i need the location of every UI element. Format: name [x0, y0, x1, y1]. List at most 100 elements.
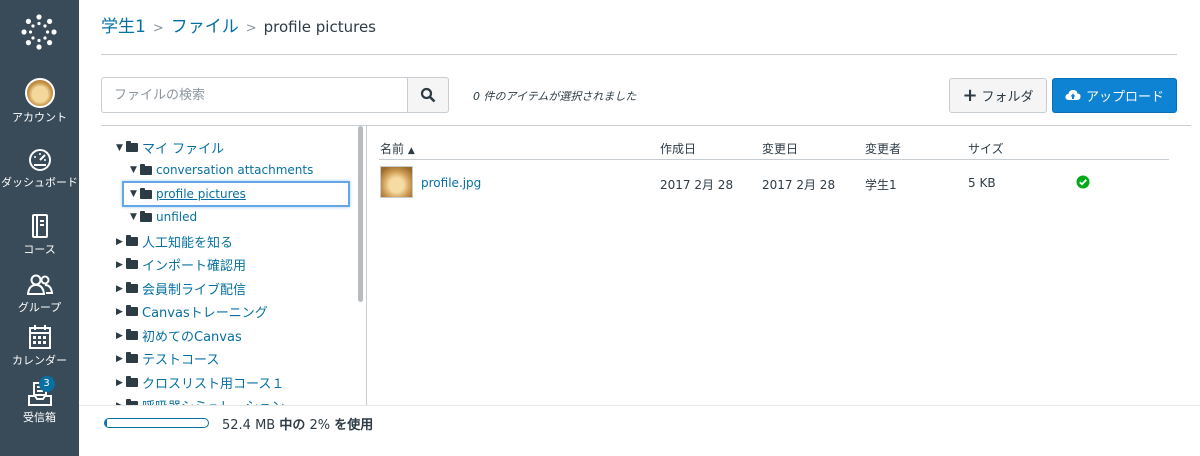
quota-progress-bar — [104, 418, 209, 428]
file-thumbnail — [380, 166, 413, 198]
tree-item-course[interactable]: ▶ 会員制ライブ配信 — [116, 279, 246, 298]
caret-down-icon: ▼ — [130, 212, 137, 222]
nav-account[interactable]: アカウント — [0, 78, 79, 124]
search-input[interactable] — [101, 77, 407, 113]
nav-account-label: アカウント — [12, 111, 67, 124]
nav-dashboard[interactable]: ダッシュボード — [0, 145, 79, 189]
breadcrumb-separator: > — [245, 21, 257, 36]
file-modified: 2017 2月 28 — [762, 178, 836, 192]
tree-item-label: テストコース — [142, 353, 220, 368]
nav-courses-label: コース — [23, 243, 56, 256]
tree-item-label: 会員制ライブ配信 — [142, 283, 247, 298]
folder-icon — [126, 329, 138, 340]
tree-item-label: Canvasトレーニング — [142, 306, 268, 321]
breadcrumb-course-link[interactable]: 学生1 — [101, 17, 146, 37]
tree-item-label: conversation attachments — [156, 163, 314, 177]
nav-inbox-label: 受信箱 — [23, 411, 56, 424]
folder-icon — [126, 141, 138, 152]
caret-down-icon: ▼ — [130, 189, 137, 199]
folder-icon — [140, 187, 152, 199]
tree-item-course[interactable]: ▶ テストコース — [116, 349, 219, 368]
folder-icon — [126, 282, 138, 293]
tree-item-label: インポート確認用 — [142, 259, 247, 274]
folder-icon — [126, 352, 138, 363]
sort-asc-icon: ▲ — [407, 146, 415, 156]
tree-item-label: profile pictures — [156, 187, 246, 201]
file-list-header: 名前 ▲ 作成日 変更日 変更者 サイズ — [379, 138, 1169, 160]
caret-right-icon: ▶ — [116, 353, 123, 364]
files-panels: ▼ マイ ファイル ▼ conversation attachments ▼ prof… — [101, 125, 1191, 406]
inbox-icon: 3 — [25, 376, 55, 408]
courses-icon — [25, 212, 55, 240]
folder-icon — [126, 258, 138, 269]
folder-icon — [126, 376, 138, 387]
caret-right-icon: ▶ — [116, 283, 123, 294]
nav-calendar[interactable]: カレンダー — [0, 323, 79, 367]
caret-down-icon: ▼ — [116, 142, 123, 153]
dashboard-icon — [25, 145, 55, 173]
quota-progress-fill — [105, 419, 108, 427]
quota-percent: 2% — [309, 418, 331, 433]
inbox-badge: 3 — [38, 376, 55, 392]
tree-item-label: 人工知能を知る — [142, 236, 234, 251]
upload-label: アップロード — [1085, 90, 1164, 105]
cloud-upload-icon — [1065, 90, 1081, 100]
add-folder-button[interactable]: + フォルダ — [949, 78, 1047, 113]
caret-right-icon: ▶ — [116, 377, 123, 388]
upload-button[interactable]: アップロード — [1052, 78, 1177, 113]
tree-item-conversation-attachments[interactable]: ▼ conversation attachments — [130, 163, 313, 177]
breadcrumb-separator: > — [152, 21, 164, 36]
column-header-name[interactable]: 名前 ▲ — [380, 140, 415, 157]
folder-icon — [126, 235, 138, 246]
nav-dashboard-label: ダッシュボード — [1, 176, 78, 189]
column-header-modified-by[interactable]: 変更者 — [865, 140, 901, 157]
folder-icon — [140, 210, 152, 222]
caret-right-icon: ▶ — [116, 259, 123, 270]
nav-courses[interactable]: コース — [0, 212, 79, 256]
header-divider — [101, 54, 1177, 55]
tree-item-course[interactable]: ▶ Canvasトレーニング — [116, 302, 268, 321]
add-folder-label: フォルダ — [981, 90, 1034, 105]
avatar — [24, 78, 55, 108]
folder-icon — [140, 163, 152, 175]
quota-mid: 中の — [279, 418, 306, 433]
caret-right-icon: ▶ — [116, 306, 123, 317]
column-header-created[interactable]: 作成日 — [660, 140, 696, 157]
tree-item-unfiled[interactable]: ▼ unfiled — [130, 210, 197, 224]
tree-item-course[interactable]: ▶ 人工知能を知る — [116, 232, 233, 251]
table-row[interactable]: profile.jpg 2017 2月 28 2017 2月 28 学生1 5 … — [379, 166, 1169, 202]
plus-icon: + — [962, 84, 978, 106]
column-header-size[interactable]: サイズ — [968, 140, 1004, 157]
caret-right-icon: ▶ — [116, 330, 123, 341]
tree-item-profile-pictures[interactable]: ▼ profile pictures — [122, 181, 350, 207]
tree-item-label: unfiled — [156, 210, 198, 224]
tree-item-label: マイ ファイル — [142, 142, 225, 157]
file-created: 2017 2月 28 — [660, 178, 734, 192]
caret-right-icon: ▶ — [116, 236, 123, 247]
breadcrumb-files-link[interactable]: ファイル — [171, 17, 239, 37]
caret-down-icon: ▼ — [130, 165, 137, 175]
quota-total: 52.4 MB — [222, 418, 276, 433]
global-nav: アカウント ダッシュボード コース グループ カレンダー 3 受信箱 — [0, 0, 79, 456]
search-icon — [420, 87, 436, 103]
published-check-icon[interactable] — [1076, 175, 1090, 192]
nav-inbox[interactable]: 3 受信箱 — [0, 376, 79, 424]
tree-item-course[interactable]: ▶ インポート確認用 — [116, 255, 246, 274]
tree-item-course[interactable]: ▶ 初めてのCanvas — [116, 326, 242, 345]
tree-scrollbar[interactable] — [358, 126, 363, 302]
tree-item-label: クロスリスト用コース１ — [142, 377, 285, 392]
tree-item-label: 初めてのCanvas — [142, 330, 242, 345]
file-name-link[interactable]: profile.jpg — [421, 176, 481, 190]
tree-item-my-files[interactable]: ▼ マイ ファイル — [116, 138, 224, 157]
footer-divider — [79, 405, 1200, 406]
canvas-logo-icon[interactable] — [19, 12, 59, 52]
nav-calendar-label: カレンダー — [12, 354, 67, 367]
tree-item-course[interactable]: ▶ クロスリスト用コース１ — [116, 373, 284, 392]
nav-groups[interactable]: グループ — [0, 270, 79, 314]
file-size: 5 KB — [968, 176, 996, 190]
selection-status: 0 件のアイテムが選択されました — [473, 90, 637, 103]
nav-groups-label: グループ — [17, 301, 62, 314]
search-button[interactable] — [407, 77, 449, 113]
column-header-modified[interactable]: 変更日 — [762, 140, 798, 157]
file-modified-by: 学生1 — [865, 178, 897, 192]
